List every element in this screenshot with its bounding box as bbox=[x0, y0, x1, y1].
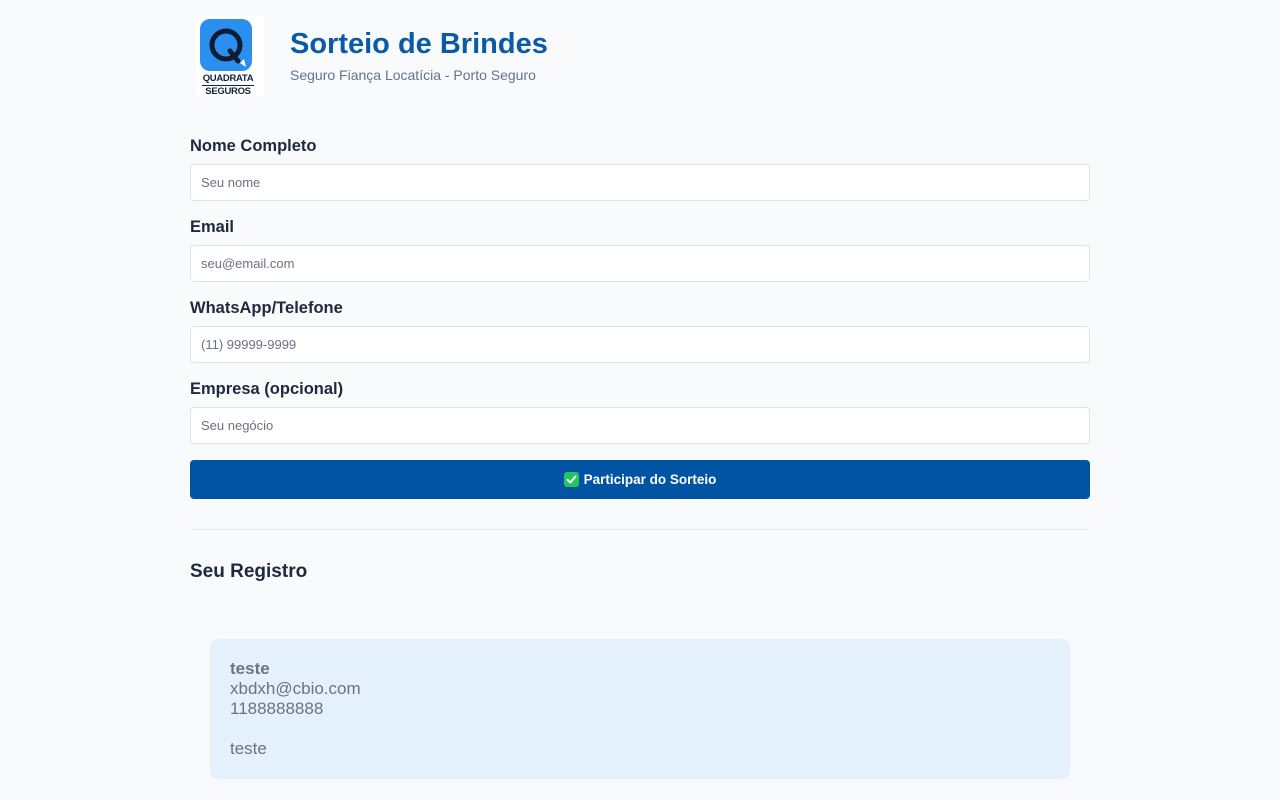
company-label: Empresa (opcional) bbox=[190, 380, 344, 398]
logo-text-secondary: SEGUROS bbox=[202, 85, 254, 97]
submit-button[interactable]: Participar do Sorteio bbox=[190, 460, 1090, 499]
email-label: Email bbox=[190, 218, 235, 236]
name-label: Nome Completo bbox=[190, 137, 317, 155]
registration-spacer bbox=[230, 719, 1050, 739]
phone-label: WhatsApp/Telefone bbox=[190, 299, 343, 317]
header: QUADRATA SEGUROS Sorteio de Brindes Segu… bbox=[190, 16, 1090, 100]
registration-card: teste xbdxh@cbio.com 1188888888 teste bbox=[210, 639, 1070, 779]
section-divider bbox=[190, 529, 1090, 530]
registration-title: Seu Registro bbox=[190, 561, 308, 582]
logo-q-icon bbox=[200, 19, 252, 71]
submit-button-label: Participar do Sorteio bbox=[583, 472, 717, 487]
logo-text-primary: QUADRATA bbox=[202, 73, 254, 84]
page-subtitle: Seguro Fiança Locatícia - Porto Seguro bbox=[290, 67, 536, 83]
registration-company: teste bbox=[230, 739, 267, 758]
page-title: Sorteio de Brindes bbox=[290, 28, 548, 60]
registration-name: teste bbox=[230, 659, 270, 678]
company-logo: QUADRATA SEGUROS bbox=[196, 16, 264, 96]
email-input[interactable] bbox=[190, 245, 1090, 282]
registration-phone: 1188888888 bbox=[230, 699, 324, 718]
registration-email: xbdxh@cbio.com bbox=[230, 679, 361, 698]
company-input[interactable] bbox=[190, 407, 1090, 444]
checkmark-icon bbox=[563, 472, 579, 487]
name-input[interactable] bbox=[190, 164, 1090, 201]
phone-input[interactable] bbox=[190, 326, 1090, 363]
